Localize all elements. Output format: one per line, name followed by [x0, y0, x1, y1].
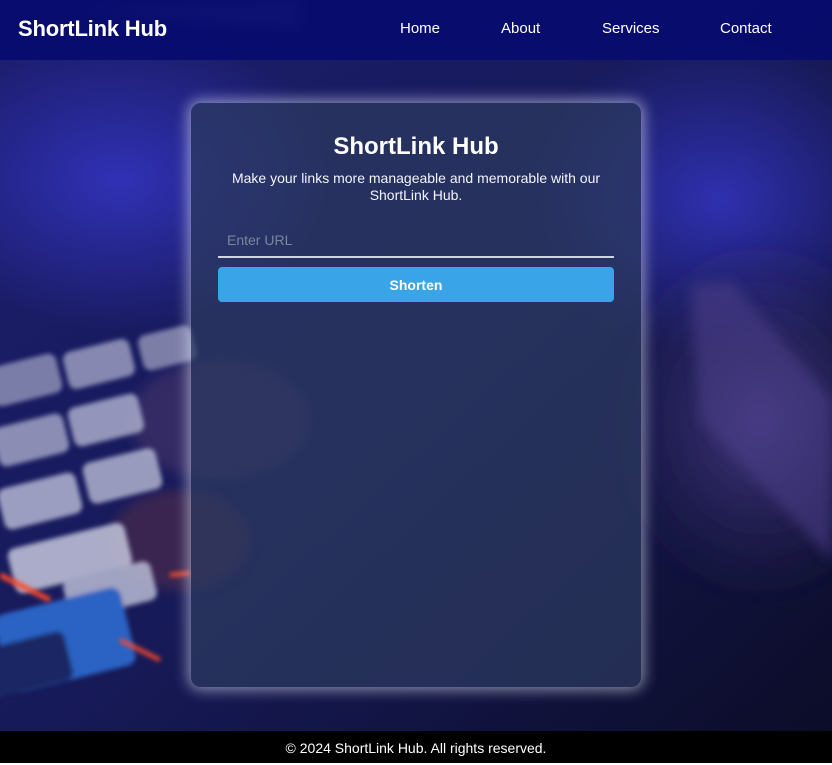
top-navbar: ShortLink Hub Home About Services Contac… — [0, 0, 832, 60]
nav-link-about[interactable]: About — [501, 20, 540, 38]
nav-link-services[interactable]: Services — [602, 20, 660, 38]
nav-link-home[interactable]: Home — [400, 20, 440, 38]
shortener-card: ShortLink Hub Make your links more manag… — [191, 103, 641, 687]
shorten-button[interactable]: Shorten — [218, 267, 614, 302]
card-subtitle: Make your links more manageable and memo… — [231, 170, 601, 203]
card-title: ShortLink Hub — [333, 133, 499, 160]
url-input[interactable] — [218, 224, 614, 258]
copyright-text: © 2024 ShortLink Hub. All rights reserve… — [285, 740, 547, 756]
nav-link-contact[interactable]: Contact — [720, 20, 772, 38]
brand-logo-text[interactable]: ShortLink Hub — [18, 17, 167, 41]
footer: © 2024 ShortLink Hub. All rights reserve… — [0, 731, 832, 763]
